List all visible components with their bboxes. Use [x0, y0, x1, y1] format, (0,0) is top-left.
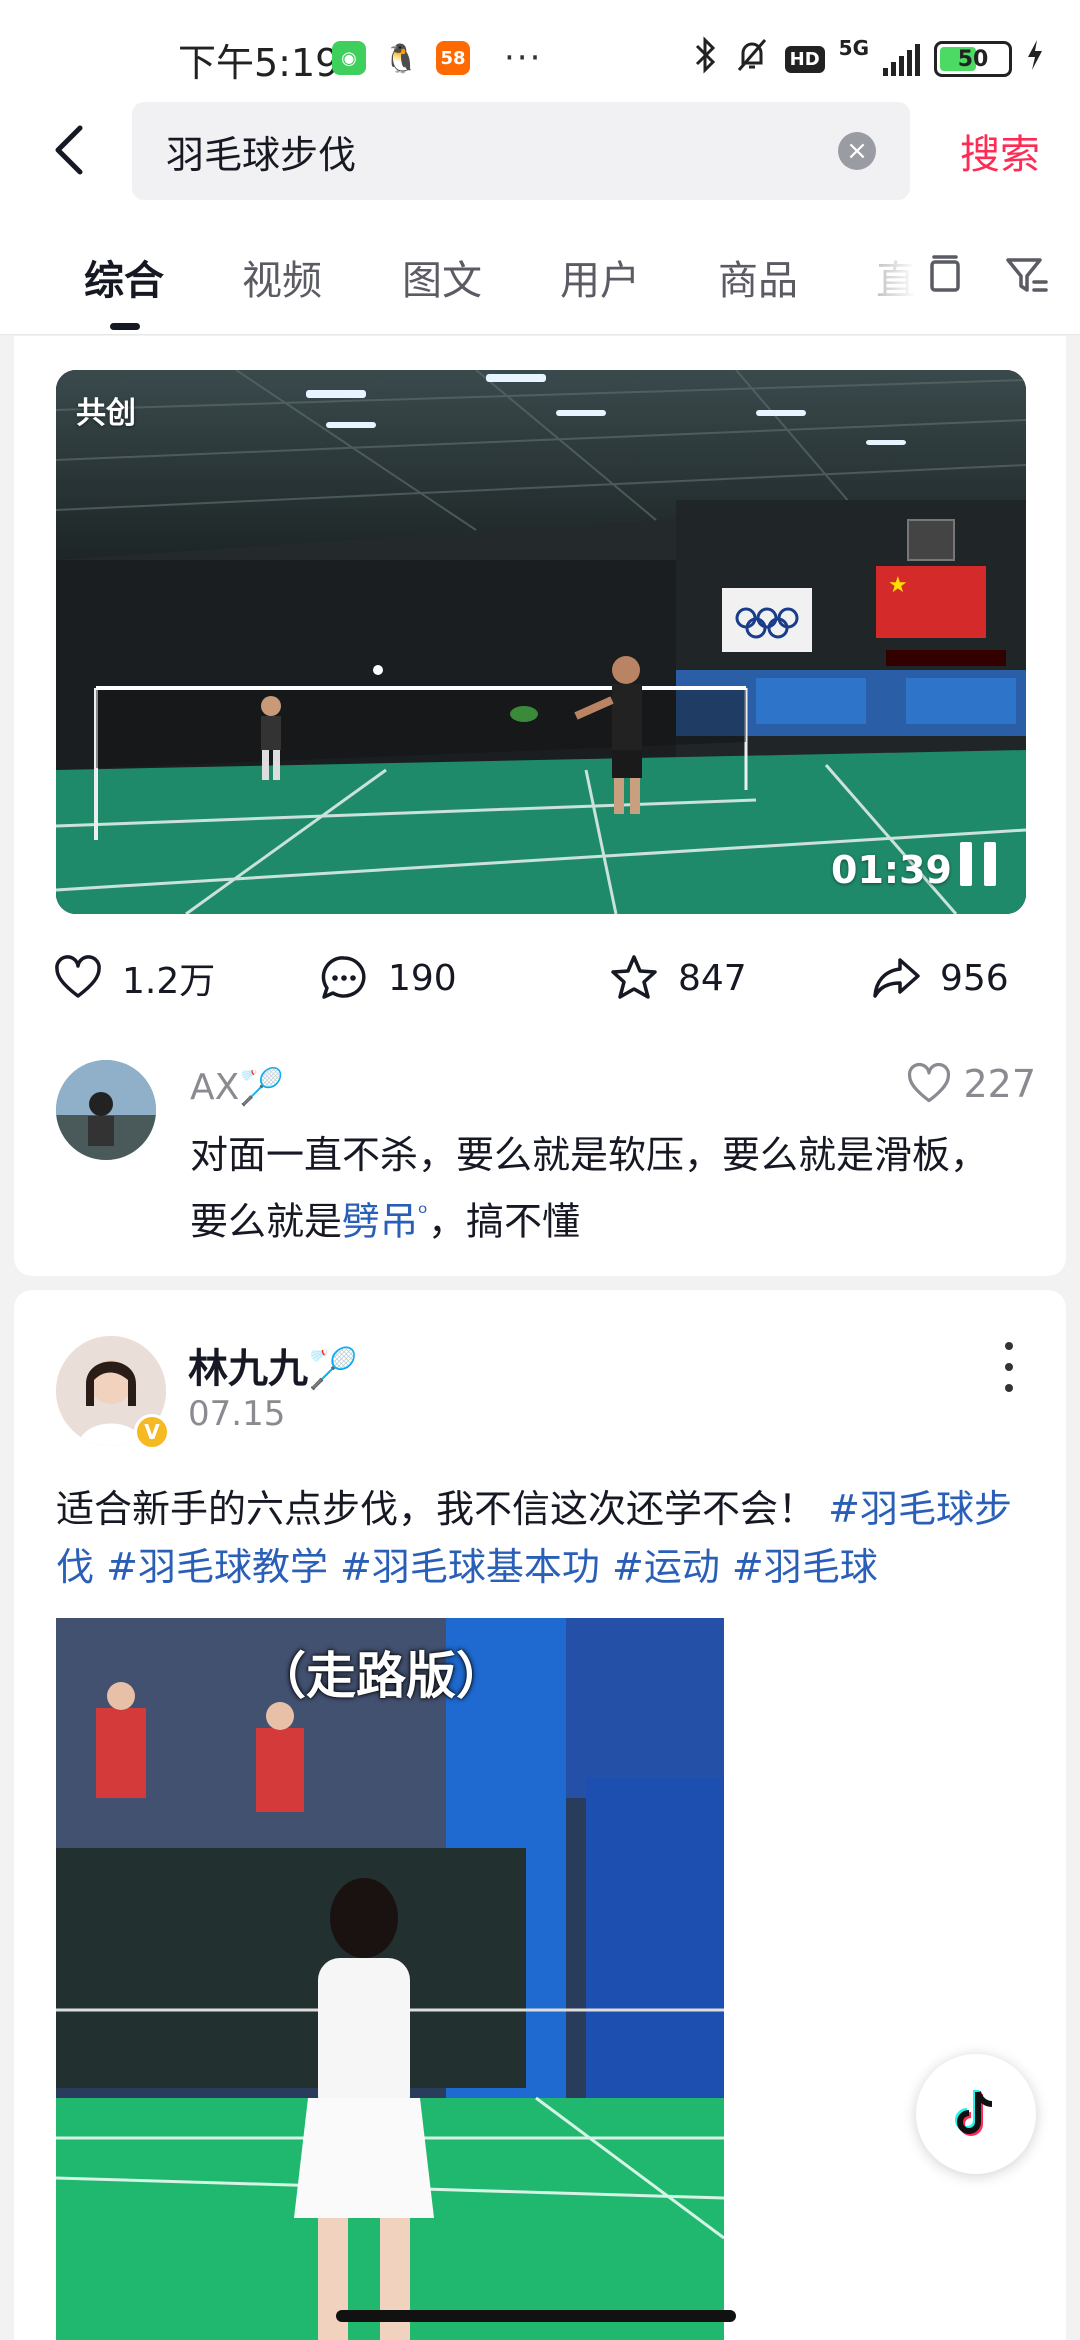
close-icon: ×: [846, 136, 868, 166]
search-small-icon: ᵒ: [418, 1199, 428, 1227]
search-header: 羽毛球步伐 × 搜索: [0, 100, 1080, 220]
badminton-court-scene: ★: [56, 370, 1026, 914]
douyin-float-button[interactable]: [916, 2054, 1036, 2174]
comment-text-part: 对面一直不杀，要么就是软压，要么就是滑板，要么就是: [190, 1133, 989, 1244]
comment-like-count: 227: [963, 1062, 1036, 1106]
battery-icon: 50: [934, 41, 1012, 77]
share-arrow-icon: [873, 958, 920, 998]
layout-icon: [930, 255, 960, 292]
pause-button[interactable]: [960, 842, 996, 886]
comment-text: 对面一直不杀，要么就是软压，要么就是滑板，要么就是劈吊ᵒ，搞不懂: [190, 1126, 1010, 1251]
hashtag-link[interactable]: #羽毛球教学: [106, 1545, 328, 1589]
tab-users[interactable]: 用户: [560, 248, 640, 306]
tab-comprehensive[interactable]: 综合: [84, 248, 164, 306]
active-tab-indicator: [110, 323, 140, 330]
share-count: 956: [940, 957, 1009, 999]
star-icon: [611, 955, 657, 999]
svg-text:★: ★: [888, 573, 908, 598]
status-time: 下午5:19: [178, 41, 340, 85]
post-text: 适合新手的六点步伐，我不信这次还学不会！ #羽毛球步伐 #羽毛球教学 #羽毛球基…: [56, 1480, 1036, 1596]
search-button[interactable]: 搜索: [960, 122, 1040, 180]
like-button[interactable]: 1.2万: [52, 952, 215, 1004]
author-name[interactable]: 林九九🏸: [188, 1336, 358, 1394]
charging-icon: [1026, 40, 1044, 78]
comment-button[interactable]: 190: [318, 952, 457, 1004]
more-options-button[interactable]: [994, 1342, 1024, 1392]
status-system-icons: HD 5G 50: [693, 36, 1044, 82]
video-result-card: ★ 共创 01:39 1.2万 190 847 956 AX🏸 227 对面一直…: [14, 336, 1066, 1276]
filter-icon: [1006, 258, 1048, 292]
video-duration: 01:39: [831, 848, 952, 892]
hd-icon: HD: [784, 45, 825, 73]
favorite-count: 847: [678, 957, 747, 999]
video-action-bar: 1.2万 190 847 956: [14, 952, 1066, 1032]
comment-search-link[interactable]: 劈吊: [342, 1200, 418, 1244]
search-input[interactable]: 羽毛球步伐 ×: [132, 102, 910, 200]
post-video-thumbnail[interactable]: （走路版）: [56, 1618, 724, 2340]
network-label: 5G: [838, 36, 869, 60]
bluetooth-icon: [693, 36, 719, 82]
comment-like-button[interactable]: 227: [905, 1060, 1036, 1108]
58-app-icon: 58: [436, 41, 470, 75]
comment-username[interactable]: AX🏸: [190, 1066, 284, 1108]
like-count: 1.2万: [122, 961, 216, 1002]
layout-toggle-button[interactable]: [920, 250, 970, 300]
filter-button[interactable]: [1002, 250, 1052, 300]
badminton-training-scene: [56, 1618, 724, 2340]
tab-video[interactable]: 视频: [242, 248, 322, 306]
search-query: 羽毛球步伐: [166, 132, 357, 177]
favorite-button[interactable]: 847: [608, 952, 747, 1004]
chevron-left-icon: [55, 125, 83, 175]
douyin-logo-icon: [955, 2090, 993, 2136]
hashtag-link[interactable]: #运动: [612, 1545, 720, 1589]
qq-icon: 🐧: [383, 41, 419, 75]
share-button[interactable]: 956: [870, 952, 1009, 1004]
clear-search-button[interactable]: ×: [838, 132, 876, 170]
status-app-icons: ◉ 🐧 58 ···: [332, 38, 542, 78]
post-date: 07.15: [188, 1394, 286, 1434]
hashtag-link[interactable]: #羽毛球基本功: [340, 1545, 600, 1589]
wechat-icon: ◉: [332, 41, 366, 75]
status-more-icon: ···: [504, 38, 543, 78]
home-indicator[interactable]: [336, 2310, 736, 2322]
heart-icon: [55, 955, 101, 998]
comment-icon: [321, 956, 366, 999]
avatar[interactable]: [56, 1060, 156, 1160]
hashtag-link[interactable]: #羽毛球: [732, 1545, 878, 1589]
video-player[interactable]: ★ 共创 01:39: [56, 370, 1026, 914]
tab-products[interactable]: 商品: [718, 248, 798, 306]
post-result-card: V 林九九🏸 07.15 适合新手的六点步伐，我不信这次还学不会！ #羽毛球步伐…: [14, 1290, 1066, 2340]
mute-bell-icon: [733, 36, 771, 82]
tab-image-text[interactable]: 图文: [402, 248, 482, 306]
post-caption: 适合新手的六点步伐，我不信这次还学不会！: [56, 1487, 817, 1531]
heart-icon: [908, 1062, 951, 1103]
back-button[interactable]: [44, 120, 104, 180]
battery-level: 50: [957, 46, 989, 72]
verified-badge: V: [134, 1414, 170, 1450]
comment-text-tail: ，搞不懂: [427, 1199, 580, 1244]
comment-count: 190: [388, 957, 457, 999]
co-create-badge: 共创: [76, 396, 136, 431]
signal-icon: [883, 42, 920, 76]
video-overlay-title: （走路版）: [256, 1647, 506, 1705]
search-tabs: 综合 视频 图文 用户 商品 直: [0, 220, 1080, 335]
status-bar: 下午5:19 ◉ 🐧 58 ··· HD 5G 50: [0, 0, 1080, 100]
